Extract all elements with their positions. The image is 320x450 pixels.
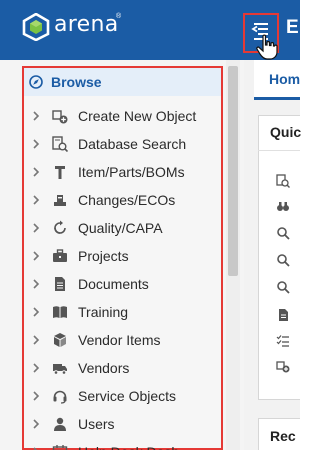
search-icon[interactable]	[276, 253, 290, 267]
recent-title: Rec	[270, 428, 296, 444]
sidebar-item-label: Create New Object	[78, 108, 197, 124]
sidebar-item-label: Item/Parts/BOMs	[78, 164, 185, 180]
compass-icon	[29, 75, 43, 89]
users-icon	[54, 417, 66, 431]
sidebar-item-users[interactable]: Users	[26, 411, 221, 438]
sidebar-item-label: Vendor Items	[78, 332, 161, 348]
sidebar-item-vendor-items[interactable]: Vendor Items	[26, 327, 221, 354]
create-object-icon[interactable]	[276, 359, 290, 373]
sidebar-item-database-search[interactable]: Database Search	[26, 131, 221, 158]
book-icon	[53, 306, 67, 318]
sidebar-item-create-new-object[interactable]: Create New Object	[26, 103, 221, 130]
sidebar-item-label: Users	[78, 416, 115, 432]
headset-icon	[53, 390, 67, 404]
search-icon[interactable]	[276, 280, 290, 294]
sidebar-item-label: Quality/CAPA	[78, 220, 163, 236]
chevron-right-icon[interactable]	[30, 137, 42, 151]
sidebar-item-help-desk-dash[interactable]: Help Desk Dash	[26, 439, 221, 450]
registered-mark: ®	[116, 13, 122, 20]
header-title-truncated: E	[286, 17, 299, 38]
brand-name[interactable]: arena	[54, 12, 119, 37]
sidebar-item-training[interactable]: Training	[26, 299, 221, 326]
sidebar-item-label: Help Desk Dash	[78, 444, 179, 450]
chevron-right-icon[interactable]	[30, 221, 42, 235]
sidebar-item-label: Documents	[78, 276, 149, 292]
sidebar-item-documents[interactable]: Documents	[26, 271, 221, 298]
chevron-right-icon[interactable]	[30, 109, 42, 123]
briefcase-icon	[53, 249, 67, 262]
item-parts-icon	[55, 166, 65, 179]
boxes-icon	[54, 333, 66, 347]
chevron-right-icon[interactable]	[30, 389, 42, 403]
chevron-right-icon[interactable]	[30, 193, 42, 207]
chevron-right-icon[interactable]	[30, 361, 42, 375]
sidebar-item-changes-ecos[interactable]: Changes/ECOs	[26, 187, 221, 214]
sidebar-item-label: Projects	[78, 248, 129, 264]
chevron-right-icon[interactable]	[30, 305, 42, 319]
sidebar-item-item-parts-boms[interactable]: Item/Parts/BOMs	[26, 159, 221, 186]
create-object-icon	[52, 110, 68, 124]
database-search-icon	[52, 136, 68, 152]
sidebar-scrollbar-thumb[interactable]	[228, 66, 238, 276]
quick-links-title: Quic	[270, 124, 302, 140]
database-search-icon[interactable]	[276, 174, 290, 188]
sidebar-item-label: Training	[78, 304, 129, 320]
sidebar-item-vendors[interactable]: Vendors	[26, 355, 221, 382]
binoculars-icon[interactable]	[276, 199, 290, 213]
chevron-right-icon[interactable]	[30, 165, 42, 179]
calendar-icon	[52, 445, 68, 450]
chevron-right-icon[interactable]	[30, 277, 42, 291]
sidebar-item-service-objects[interactable]: Service Objects	[26, 383, 221, 410]
document-icon	[55, 277, 65, 291]
sidebar-item-label: Database Search	[78, 136, 187, 152]
sidebar-item-label: Changes/ECOs	[78, 192, 176, 208]
tab-home-label[interactable]: Hom	[269, 71, 300, 87]
quality-icon	[54, 220, 66, 234]
document-icon[interactable]	[276, 308, 290, 322]
sidebar-item-label: Vendors	[78, 360, 130, 376]
changes-icon	[54, 195, 66, 206]
chevron-right-icon[interactable]	[30, 445, 42, 450]
checklist-icon[interactable]	[276, 334, 290, 348]
browse-label[interactable]: Browse	[51, 74, 102, 90]
search-icon[interactable]	[276, 226, 290, 240]
arena-logo-icon[interactable]	[22, 13, 50, 41]
sidebar-item-quality-capa[interactable]: Quality/CAPA	[26, 215, 221, 242]
chevron-right-icon[interactable]	[30, 417, 42, 431]
hand-cursor-icon	[256, 34, 278, 60]
sidebar-item-label: Service Objects	[78, 388, 177, 404]
divider	[258, 150, 300, 151]
sidebar-item-projects[interactable]: Projects	[26, 243, 221, 270]
chevron-right-icon[interactable]	[30, 249, 42, 263]
chevron-right-icon[interactable]	[30, 333, 42, 347]
truck-icon	[53, 364, 67, 375]
